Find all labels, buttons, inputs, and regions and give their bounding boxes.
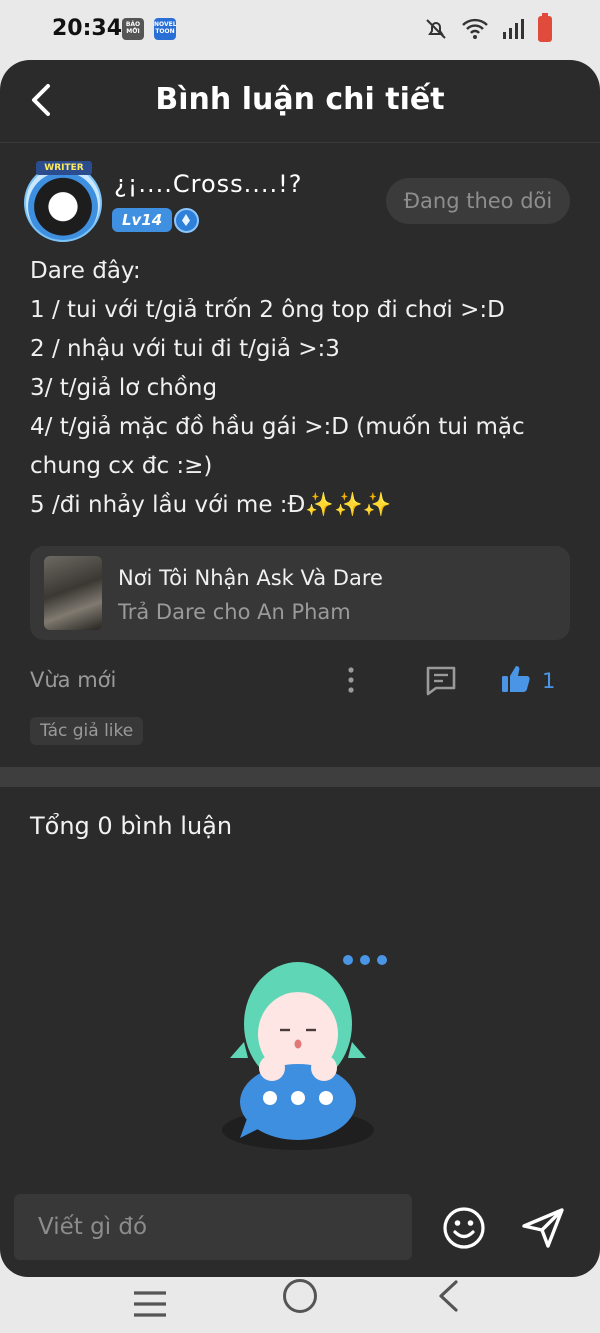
story-card[interactable]: Nơi Tôi Nhận Ask Và Dare Trả Dare cho An… <box>30 546 570 640</box>
emoji-icon[interactable] <box>442 1206 486 1250</box>
mute-icon <box>426 19 446 39</box>
level-badge: Lv14 <box>112 208 173 232</box>
header-divider <box>0 142 600 143</box>
baomoi-notification-icon: BÁO MỚI <box>122 18 144 40</box>
battery-icon <box>538 13 552 42</box>
comment-total: Tổng 0 bình luận <box>30 812 233 840</box>
more-options-icon[interactable] <box>340 664 362 696</box>
status-bar: 20:34 BÁO MỚI NOVEL TOON <box>0 0 600 60</box>
username[interactable]: ¿¡....Cross....!? <box>114 170 303 198</box>
signal-icon <box>503 19 524 39</box>
home-icon[interactable] <box>283 1279 317 1313</box>
system-back-icon[interactable] <box>436 1279 460 1313</box>
header: Bình luận chi tiết <box>0 60 600 142</box>
comment-content: Dare đây: 1 / tui với t/giả trốn 2 ông t… <box>30 258 525 518</box>
wifi-icon <box>462 18 488 39</box>
recent-apps-icon[interactable] <box>132 1289 168 1319</box>
page-title: Bình luận chi tiết <box>155 82 445 117</box>
comment-icon[interactable] <box>424 664 458 698</box>
post-time: Vừa mới <box>30 668 117 692</box>
writer-badge: WRITER <box>36 161 92 175</box>
follow-button[interactable]: Đang theo dõi <box>386 178 570 224</box>
story-subtitle: Trả Dare cho An Pham <box>118 600 351 624</box>
comment-detail-screen: Bình luận chi tiết WRITER ¿¡....Cross...… <box>0 60 600 1277</box>
send-icon[interactable] <box>520 1206 566 1250</box>
noveltoon-notification-icon: NOVEL TOON <box>154 18 177 40</box>
like-count: 1 <box>542 669 556 693</box>
story-thumbnail <box>44 556 102 630</box>
avatar[interactable] <box>24 164 102 242</box>
comment-input-bar[interactable] <box>14 1194 412 1260</box>
system-icons <box>424 13 552 42</box>
gem-icon <box>174 208 199 233</box>
comment-input[interactable] <box>14 1194 412 1260</box>
author-like-tag: Tác giả like <box>30 717 144 745</box>
story-title: Nơi Tôi Nhận Ask Và Dare <box>118 566 383 590</box>
thumbs-up-icon[interactable] <box>500 663 532 695</box>
empty-state-mascot-illustration <box>222 955 387 1150</box>
status-time: 20:34 <box>52 16 123 41</box>
section-divider <box>0 767 600 787</box>
system-navigation-bar <box>0 1277 600 1333</box>
